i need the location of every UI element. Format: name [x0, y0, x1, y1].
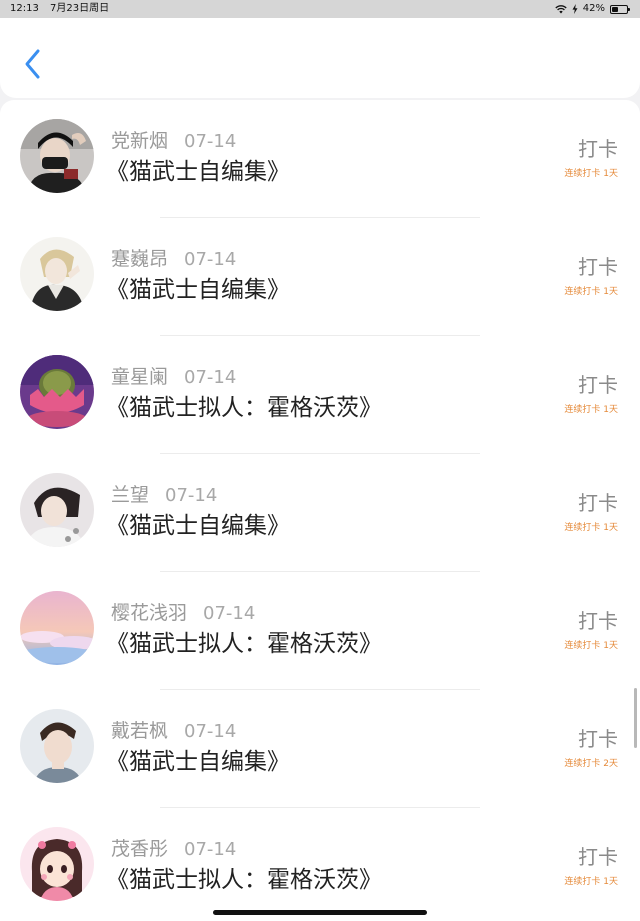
entry-meta: 蹇巍昂 07-14: [111, 244, 236, 271]
nav-bar: [0, 18, 640, 98]
avatar[interactable]: [20, 473, 94, 547]
list-item[interactable]: 党新烟 07-14 《猫武士自编集》 打卡 连续打卡 1天: [0, 100, 640, 218]
entry-meta: 樱花浅羽 07-14: [111, 598, 255, 625]
checkin-label: 打卡: [578, 609, 618, 633]
home-indicator[interactable]: [213, 910, 427, 915]
avatar[interactable]: [20, 591, 94, 665]
status-right: 42%: [555, 0, 630, 18]
user-name: 童星阑: [111, 366, 169, 388]
book-title[interactable]: 《猫武士自编集》: [106, 270, 290, 304]
user-name: 党新烟: [111, 130, 169, 152]
user-name: 樱花浅羽: [111, 602, 188, 624]
status-time: 12:13: [10, 3, 39, 14]
charging-icon: [572, 4, 578, 14]
streak-label: 连续打卡 1天: [564, 169, 618, 179]
entry-date: 07-14: [184, 721, 237, 742]
avatar[interactable]: [20, 709, 94, 783]
book-title[interactable]: 《猫武士拟人：霍格沃茨》: [106, 860, 382, 894]
checkin-label: 打卡: [578, 137, 618, 161]
user-name: 蹇巍昂: [111, 248, 169, 270]
list-item[interactable]: 茂香彤 07-14 《猫武士拟人：霍格沃茨》 打卡 连续打卡 1天: [0, 808, 640, 921]
streak-label: 连续打卡 1天: [564, 523, 618, 533]
status-left: 12:13 7月23日周日: [10, 0, 117, 18]
streak-label: 连续打卡 2天: [564, 759, 618, 769]
avatar[interactable]: [20, 355, 94, 429]
streak-label: 连续打卡 1天: [564, 287, 618, 297]
battery-percent: 42%: [582, 3, 605, 14]
avatar[interactable]: [20, 119, 94, 193]
user-name: 兰望: [111, 484, 150, 506]
scrollbar[interactable]: [634, 688, 637, 748]
entry-meta: 童星阑 07-14: [111, 362, 236, 389]
book-title[interactable]: 《猫武士自编集》: [106, 742, 290, 776]
list-item[interactable]: 蹇巍昂 07-14 《猫武士自编集》 打卡 连续打卡 1天: [0, 218, 640, 336]
streak-label: 连续打卡 1天: [564, 405, 618, 415]
checkin-label: 打卡: [578, 845, 618, 869]
entry-meta: 茂香彤 07-14: [111, 834, 236, 861]
entry-meta: 党新烟 07-14: [111, 126, 236, 153]
entry-meta: 戴若枫 07-14: [111, 716, 236, 743]
entry-date: 07-14: [184, 367, 237, 388]
entry-date: 07-14: [203, 603, 256, 624]
entry-date: 07-14: [165, 485, 218, 506]
entry-date: 07-14: [184, 131, 237, 152]
book-title[interactable]: 《猫武士拟人：霍格沃茨》: [106, 624, 382, 658]
avatar[interactable]: [20, 237, 94, 311]
battery-fill: [612, 6, 618, 12]
chevron-left-icon: [25, 49, 40, 79]
book-title[interactable]: 《猫武士自编集》: [106, 506, 290, 540]
checkin-label: 打卡: [578, 255, 618, 279]
streak-label: 连续打卡 1天: [564, 877, 618, 887]
battery-icon: [610, 4, 630, 14]
list-item[interactable]: 兰望 07-14 《猫武士自编集》 打卡 连续打卡 1天: [0, 454, 640, 572]
entry-date: 07-14: [184, 249, 237, 270]
avatar[interactable]: [20, 827, 94, 901]
list-item[interactable]: 童星阑 07-14 《猫武士拟人：霍格沃茨》 打卡 连续打卡 1天: [0, 336, 640, 454]
status-date: 7月23日周日: [50, 3, 110, 14]
book-title[interactable]: 《猫武士自编集》: [106, 152, 290, 186]
checkin-label: 打卡: [578, 491, 618, 515]
user-name: 戴若枫: [111, 720, 169, 742]
back-button[interactable]: [18, 46, 48, 82]
checkin-label: 打卡: [578, 373, 618, 397]
user-name: 茂香彤: [111, 838, 169, 860]
list-item[interactable]: 樱花浅羽 07-14 《猫武士拟人：霍格沃茨》 打卡 连续打卡 1天: [0, 572, 640, 690]
entry-date: 07-14: [184, 839, 237, 860]
wifi-icon: [555, 4, 567, 13]
entry-meta: 兰望 07-14: [111, 480, 217, 507]
checkin-list: 党新烟 07-14 《猫武士自编集》 打卡 连续打卡 1天 蹇巍昂 07-14 《猫…: [0, 100, 640, 921]
book-title[interactable]: 《猫武士拟人：霍格沃茨》: [106, 388, 382, 422]
list-item[interactable]: 戴若枫 07-14 《猫武士自编集》 打卡 连续打卡 2天: [0, 690, 640, 808]
status-bar: 12:13 7月23日周日 42%: [0, 0, 640, 18]
streak-label: 连续打卡 1天: [564, 641, 618, 651]
checkin-label: 打卡: [578, 727, 618, 751]
